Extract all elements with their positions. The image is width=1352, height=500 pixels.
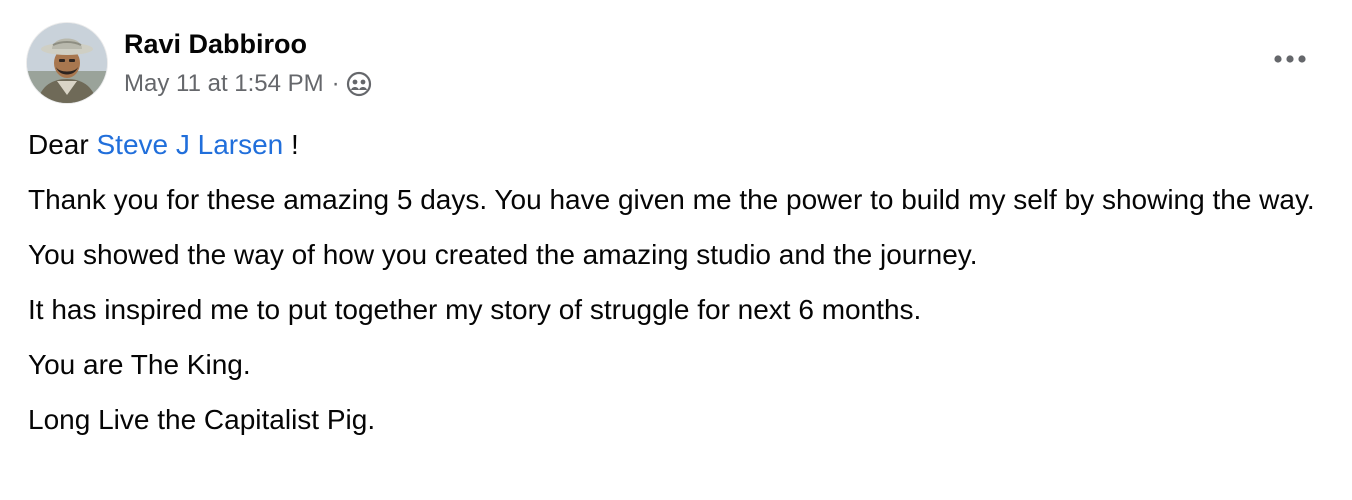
more-options-button[interactable] (1268, 42, 1312, 76)
post-card: Ravi Dabbiroo May 11 at 1:54 PM · Dear S… (0, 0, 1352, 500)
mention-link[interactable]: Steve J Larsen (96, 129, 283, 160)
author-avatar[interactable] (27, 23, 107, 103)
post-paragraph: It has inspired me to put together my st… (28, 294, 922, 325)
post-paragraph: Long Live the Capitalist Pig. (28, 404, 376, 435)
meta-separator: · (331, 70, 340, 97)
greeting-prefix: Dear (28, 129, 89, 160)
post-paragraph: You are The King. (28, 349, 251, 380)
post-body: Dear Steve J Larsen ! Thank you for thes… (28, 124, 1328, 454)
author-name[interactable]: Ravi Dabbiroo (124, 27, 307, 61)
post-paragraph: You showed the way of how you created th… (28, 239, 978, 270)
post-timestamp[interactable]: May 11 at 1:54 PM (124, 69, 324, 99)
greeting-suffix: ! (291, 129, 299, 160)
profile-photo-avatar-icon (27, 23, 107, 103)
greeting-line: Dear Steve J Larsen ! (28, 124, 1328, 165)
post-paragraph: Thank you for these amazing 5 days. You … (28, 184, 1315, 215)
post-meta: May 11 at 1:54 PM · (124, 69, 372, 99)
more-options-icon (1274, 55, 1306, 63)
friends-audience-icon[interactable] (346, 71, 372, 97)
